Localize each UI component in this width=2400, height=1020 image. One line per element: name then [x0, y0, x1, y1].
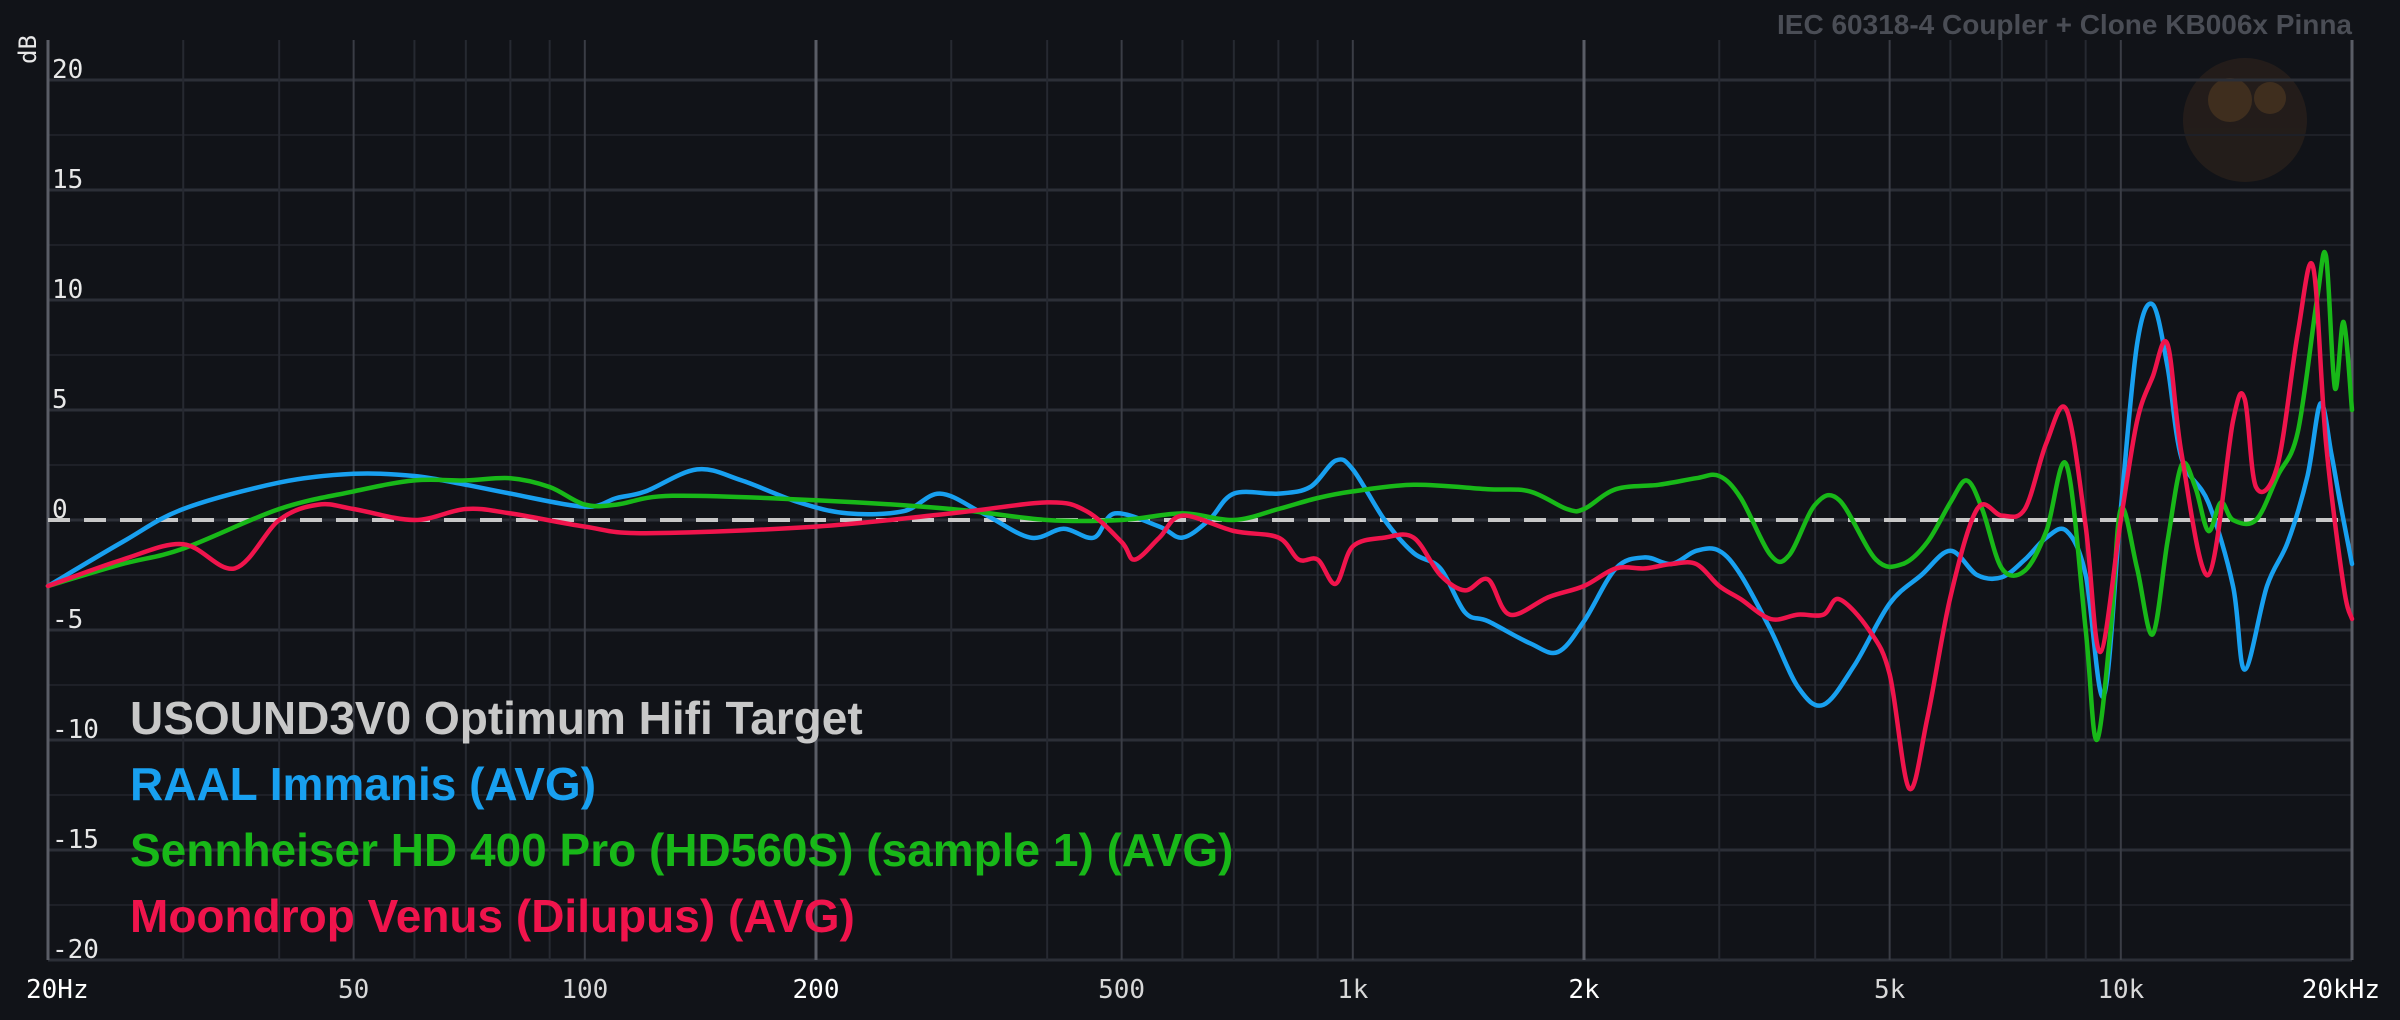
- x-tick-label: 5k: [1874, 975, 1906, 1005]
- watermark-circle: [2183, 58, 2307, 182]
- y-tick-label: 20: [52, 55, 83, 85]
- y-tick-label: -10: [52, 715, 99, 745]
- x-tick-label: 2k: [1568, 975, 1600, 1005]
- y-tick-label: -5: [52, 605, 83, 635]
- x-tick-label: 20kHz: [2302, 975, 2380, 1005]
- legend-entry: RAAL Immanis (AVG): [130, 758, 596, 810]
- x-tick-label: 200: [793, 975, 840, 1005]
- watermark-face: [2208, 78, 2252, 122]
- y-tick-label: 15: [52, 165, 83, 195]
- watermark-face-2: [2254, 82, 2286, 114]
- y-tick-label: 5: [52, 385, 68, 415]
- frequency-response-chart: IEC 60318-4 Coupler + Clone KB006x Pinna…: [0, 0, 2400, 1020]
- legend-entry: Moondrop Venus (Dilupus) (AVG): [130, 890, 855, 942]
- x-tick-label: 20Hz: [26, 975, 89, 1005]
- x-tick-label: 100: [561, 975, 608, 1005]
- watermark-logo: [2183, 58, 2307, 182]
- x-tick-label: 500: [1098, 975, 1145, 1005]
- x-tick-label: 10k: [2097, 975, 2144, 1005]
- legend-entry: Sennheiser HD 400 Pro (HD560S) (sample 1…: [130, 824, 1233, 876]
- y-axis-unit-label: dB: [14, 35, 42, 64]
- y-tick-label: -15: [52, 825, 99, 855]
- x-tick-label: 50: [338, 975, 369, 1005]
- x-tick-label: 1k: [1337, 975, 1369, 1005]
- legend-entry: USOUND3V0 Optimum Hifi Target: [130, 692, 863, 744]
- y-tick-label: 10: [52, 275, 83, 305]
- chart-title: IEC 60318-4 Coupler + Clone KB006x Pinna: [1777, 9, 2352, 40]
- y-tick-label: -20: [52, 935, 99, 965]
